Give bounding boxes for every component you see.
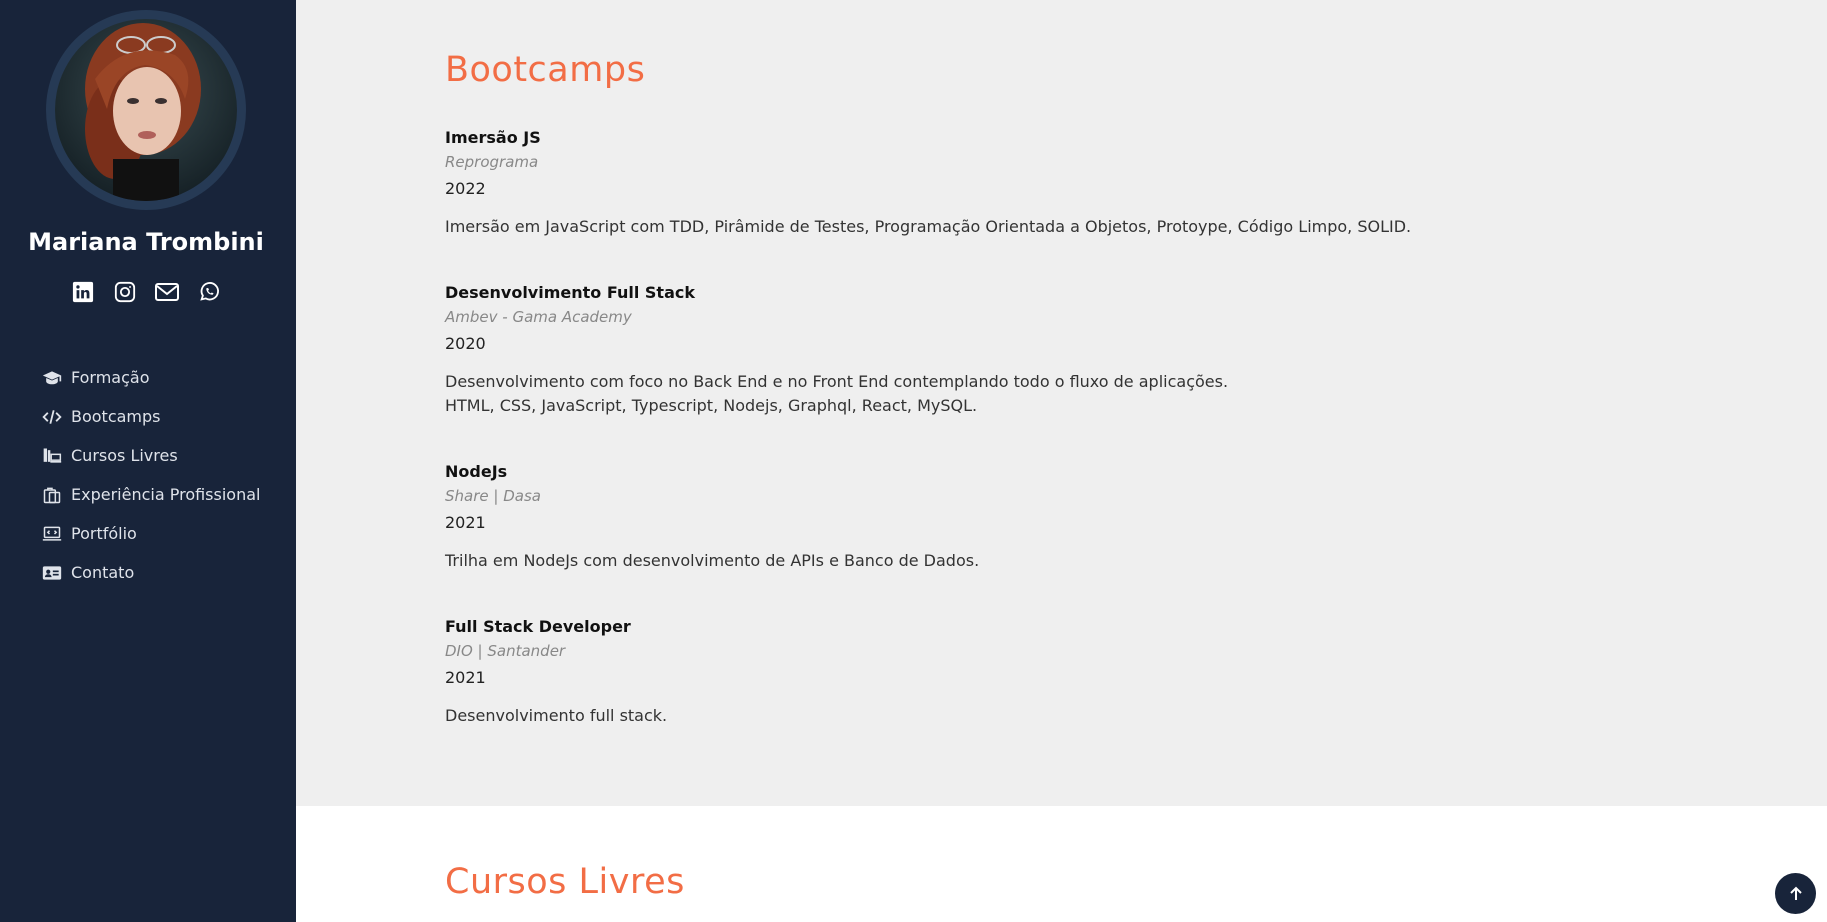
sidebar-item-label: Cursos Livres xyxy=(71,446,178,465)
avatar xyxy=(55,19,237,201)
sidebar-item-label: Contato xyxy=(71,563,135,582)
sidebar-item-formacao[interactable]: Formação xyxy=(42,358,260,397)
entry-description-tech: HTML, CSS, JavaScript, Typescript, Nodej… xyxy=(445,396,978,415)
entry-title: NodeJs xyxy=(445,462,508,481)
email-icon[interactable] xyxy=(155,280,179,304)
bootcamp-entry: Full Stack Developer DIO | Santander 202… xyxy=(445,617,1645,728)
entry-title: Imersão JS xyxy=(445,128,541,147)
entry-description: Desenvolvimento full stack. xyxy=(445,706,668,725)
sidebar-item-portfolio[interactable]: Portfólio xyxy=(42,514,260,553)
social-links xyxy=(0,280,292,304)
section-title: Cursos Livres xyxy=(445,862,685,902)
entry-org: DIO | Santander xyxy=(445,642,566,660)
bootcamps-section: Bootcamps Imersão JS Reprograma 2022 Ime… xyxy=(296,0,1827,806)
entry-org: Share | Dasa xyxy=(445,487,541,505)
sidebar: Mariana Trombini Formação Bootcamps Curs… xyxy=(0,0,296,922)
instagram-icon[interactable] xyxy=(113,280,137,304)
sidebar-item-label: Bootcamps xyxy=(71,407,161,426)
entry-year: 2022 xyxy=(445,179,486,198)
back-to-top-button[interactable] xyxy=(1775,873,1816,914)
entry-description: Trilha em NodeJs com desenvolvimento de … xyxy=(445,551,980,570)
sidebar-item-label: Portfólio xyxy=(71,524,137,543)
cursos-livres-section: Cursos Livres xyxy=(296,806,1827,922)
sidebar-item-experiencia[interactable]: Experiência Profissional xyxy=(42,475,260,514)
sidebar-nav: Formação Bootcamps Cursos Livres Experiê… xyxy=(42,358,260,592)
sidebar-item-label: Formação xyxy=(71,368,150,387)
laptop-books-icon xyxy=(43,448,62,463)
sidebar-item-contato[interactable]: Contato xyxy=(42,553,260,592)
linkedin-icon[interactable] xyxy=(71,280,95,304)
graduation-cap-icon xyxy=(42,370,62,384)
entry-year: 2021 xyxy=(445,668,486,687)
entry-year: 2020 xyxy=(445,334,486,353)
entry-title: Desenvolvimento Full Stack xyxy=(445,283,695,302)
sidebar-item-bootcamps[interactable]: Bootcamps xyxy=(42,397,260,436)
clipboard-icon xyxy=(43,487,61,503)
entry-description: Imersão em JavaScript com TDD, Pirâmide … xyxy=(445,217,1412,236)
sidebar-item-label: Experiência Profissional xyxy=(71,485,261,504)
entry-description: Desenvolvimento com foco no Back End e n… xyxy=(445,372,1229,391)
avatar-ring xyxy=(46,10,246,210)
whatsapp-icon[interactable] xyxy=(197,280,221,304)
entry-org: Ambev - Gama Academy xyxy=(445,308,632,326)
entry-title: Full Stack Developer xyxy=(445,617,631,636)
code-icon xyxy=(42,409,62,424)
sidebar-item-cursos-livres[interactable]: Cursos Livres xyxy=(42,436,260,475)
arrow-up-icon xyxy=(1789,886,1802,900)
entry-org: Reprograma xyxy=(445,153,539,171)
profile-name: Mariana Trombini xyxy=(28,228,264,256)
bootcamp-entry: Imersão JS Reprograma 2022 Imersão em Ja… xyxy=(445,128,1645,239)
bootcamp-entry: NodeJs Share | Dasa 2021 Trilha em NodeJ… xyxy=(445,462,1645,573)
entry-year: 2021 xyxy=(445,513,486,532)
section-title: Bootcamps xyxy=(445,50,646,90)
main-content: Bootcamps Imersão JS Reprograma 2022 Ime… xyxy=(296,0,1827,922)
laptop-code-icon xyxy=(42,526,62,541)
bootcamp-entry: Desenvolvimento Full Stack Ambev - Gama … xyxy=(445,283,1645,418)
id-card-icon xyxy=(42,565,62,580)
